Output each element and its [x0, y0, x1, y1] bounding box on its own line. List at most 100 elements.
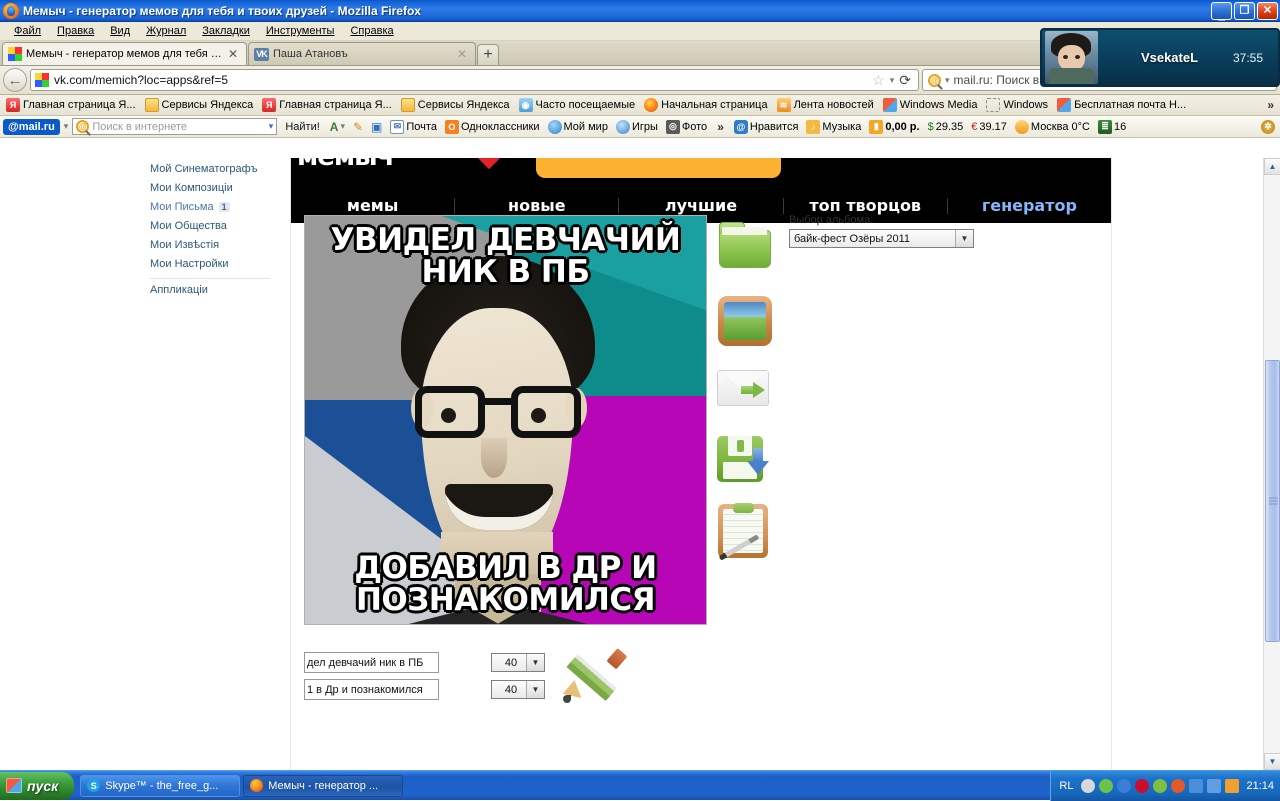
bookmark-yandex-home-2[interactable]: ЯГлавная страница Я...	[258, 97, 396, 113]
tab-generator[interactable]: генератор	[948, 198, 1111, 214]
menu-item-history[interactable]: Журнал	[138, 23, 194, 39]
mailru-wallet[interactable]: ▮0,00 р.	[867, 120, 921, 134]
monitor-icon[interactable]	[1207, 779, 1221, 793]
open-folder-button[interactable]	[713, 218, 775, 286]
sidebar-item-settings[interactable]: Мои Настройки	[150, 255, 270, 274]
reload-icon[interactable]: ⟳	[899, 72, 914, 89]
menu-item-edit[interactable]: Правка	[49, 23, 102, 39]
save-button[interactable]	[713, 428, 775, 496]
search-engine-chevron-icon[interactable]: ▾	[945, 75, 950, 86]
menu-item-view[interactable]: Вид	[102, 23, 138, 39]
tab-pasha-atanov[interactable]: VK Паша Атановъ ✕	[248, 42, 476, 65]
kaspersky-icon[interactable]	[1135, 779, 1149, 793]
restore-button[interactable]: ❐	[1234, 2, 1255, 20]
mailru-settings-button[interactable]: ✲	[1259, 120, 1277, 134]
mailru-music-link[interactable]: ♪Музыка	[804, 120, 863, 134]
mailru-myworld-link[interactable]: Мой мир	[546, 120, 610, 134]
mailru-mail-link[interactable]: ✉Почта	[388, 120, 439, 134]
shield-ok-icon[interactable]	[1099, 779, 1113, 793]
tab-memes[interactable]: мемы	[291, 198, 455, 214]
edit-clipboard-button[interactable]	[713, 498, 775, 566]
bookmark-frequently-visited[interactable]: ◉Часто посещаемые	[515, 97, 640, 113]
taskbar-item-firefox[interactable]: Мемыч - генератор ...	[243, 775, 403, 797]
safely-remove-icon[interactable]	[1081, 779, 1095, 793]
sidebar-item-music[interactable]: Мои Композиціи	[150, 179, 270, 198]
mailru-traffic[interactable]: ≣16	[1096, 120, 1128, 134]
url-bar[interactable]: vk.com/memich?loc=apps&ref=5 ☆ ▾ ⟳	[30, 69, 919, 91]
tab-close-icon[interactable]: ✕	[455, 47, 469, 61]
mailru-weather[interactable]: Москва 0°C	[1013, 120, 1092, 134]
screenshot-tool[interactable]: ▣	[369, 120, 384, 134]
tab-best[interactable]: лучшие	[619, 198, 783, 214]
language-indicator[interactable]: RL	[1059, 780, 1077, 792]
tab-new[interactable]: новые	[455, 198, 619, 214]
menu-item-tools[interactable]: Инструменты	[258, 23, 343, 39]
bottom-font-size-select[interactable]: 40 ▼	[491, 680, 545, 699]
start-button[interactable]: пуск	[0, 772, 74, 800]
taskbar-clock[interactable]: 21:14	[1243, 780, 1274, 792]
menu-item-file[interactable]: Файл	[6, 23, 49, 39]
bookmark-news-feed[interactable]: ≋Лента новостей	[773, 97, 878, 113]
volume-icon[interactable]	[1225, 779, 1239, 793]
bottom-text-input[interactable]: 1 в Др и познакомился	[304, 679, 439, 700]
bookmark-star-icon[interactable]: ☆	[872, 72, 885, 89]
skype-call-overlay[interactable]: VsekateL 37:55	[1040, 28, 1280, 87]
chevron-down-icon[interactable]: ▼	[955, 230, 973, 247]
mailru-games-link[interactable]: Игры	[614, 120, 660, 134]
album-select[interactable]: байк-фест Озёры 2011 ▼	[789, 229, 974, 248]
chevron-down-icon[interactable]: ▼	[526, 681, 544, 698]
sidebar-item-messages[interactable]: Мои Письма1	[150, 198, 270, 217]
chevron-down-icon[interactable]: ▼	[526, 654, 544, 671]
bookmark-windows-media[interactable]: Windows Media	[879, 97, 982, 113]
bookmarks-overflow-chevron-icon[interactable]: »	[1263, 98, 1278, 112]
download-icon[interactable]	[1117, 779, 1131, 793]
tab-top-creators[interactable]: топ творцов	[784, 198, 948, 214]
mailru-chevron-down-icon[interactable]: ▾	[64, 121, 69, 132]
chevron-down-icon[interactable]: ▾	[890, 75, 895, 86]
mailru-odnoklassniki-link[interactable]: ООдноклассники	[443, 120, 542, 134]
mailru-photo-link[interactable]: ◎Фото	[664, 120, 709, 134]
vertical-scrollbar[interactable]: ▲ ▼	[1263, 158, 1280, 770]
bookmark-start-page[interactable]: Начальная страница	[640, 97, 771, 113]
pencil-icon[interactable]	[562, 646, 624, 706]
back-button[interactable]: ←	[3, 68, 27, 92]
mailru-like-link[interactable]: @Нравится	[732, 120, 801, 134]
sidebar-item-news[interactable]: Мои Извѣстія	[150, 236, 270, 255]
tab-memych[interactable]: Мемыч - генератор мемов для тебя и т... …	[2, 42, 247, 65]
scroll-down-button[interactable]: ▼	[1264, 753, 1280, 770]
chevron-down-icon[interactable]: ▾	[340, 121, 345, 132]
mailru-find-button[interactable]: Найти!	[281, 121, 323, 133]
mailru-search-input[interactable]: @ Поиск в интернете ▾	[72, 118, 277, 135]
bookmark-yandex-services-2[interactable]: Сервисы Яндекса	[397, 97, 514, 113]
bookmark-yandex-services-1[interactable]: Сервисы Яндекса	[141, 97, 258, 113]
mailru-overflow-chevron-icon[interactable]: »	[713, 120, 728, 134]
meme-canvas[interactable]: УВИДЕЛ ДЕВЧАЧИЙ НИК В ПБ ДОБАВИЛ В ДР И …	[304, 215, 707, 625]
mailru-usd-rate[interactable]: $29.35	[926, 121, 966, 133]
warning-icon[interactable]	[1171, 779, 1185, 793]
highlighter-tool[interactable]: ✎	[351, 120, 365, 134]
network-icon[interactable]	[1189, 779, 1203, 793]
close-button[interactable]: ✕	[1257, 2, 1278, 20]
top-font-size-select[interactable]: 40 ▼	[491, 653, 545, 672]
scroll-up-button[interactable]: ▲	[1264, 158, 1280, 175]
sidebar-item-groups[interactable]: Мои Общества	[150, 217, 270, 236]
sidebar-item-apps[interactable]: Аппликаціи	[150, 281, 270, 300]
mailru-logo[interactable]: @mail.ru	[3, 119, 60, 135]
top-text-input[interactable]: дел девчачий ник в ПБ	[304, 652, 439, 673]
bookmark-windows[interactable]: Windows	[982, 97, 1052, 113]
sidebar-item-cinema[interactable]: Мой Синематографъ	[150, 160, 270, 179]
taskbar-item-skype[interactable]: S Skype™ - the_free_g...	[80, 775, 240, 797]
mailru-eur-rate[interactable]: €39.17	[969, 121, 1009, 133]
chevron-down-icon[interactable]: ▾	[269, 121, 274, 132]
menu-item-help[interactable]: Справка	[342, 23, 401, 39]
minimize-button[interactable]: _	[1211, 2, 1232, 20]
update-icon[interactable]	[1153, 779, 1167, 793]
send-button[interactable]	[713, 358, 775, 426]
scrollbar-thumb[interactable]	[1265, 360, 1280, 642]
bookmark-yandex-home-1[interactable]: ЯГлавная страница Я...	[2, 97, 140, 113]
menu-item-bookmarks[interactable]: Закладки	[194, 23, 258, 39]
tab-close-icon[interactable]: ✕	[226, 47, 240, 61]
new-tab-button[interactable]: +	[477, 44, 499, 65]
font-size-tool[interactable]: A▾	[328, 120, 347, 134]
picture-button[interactable]	[713, 288, 775, 356]
